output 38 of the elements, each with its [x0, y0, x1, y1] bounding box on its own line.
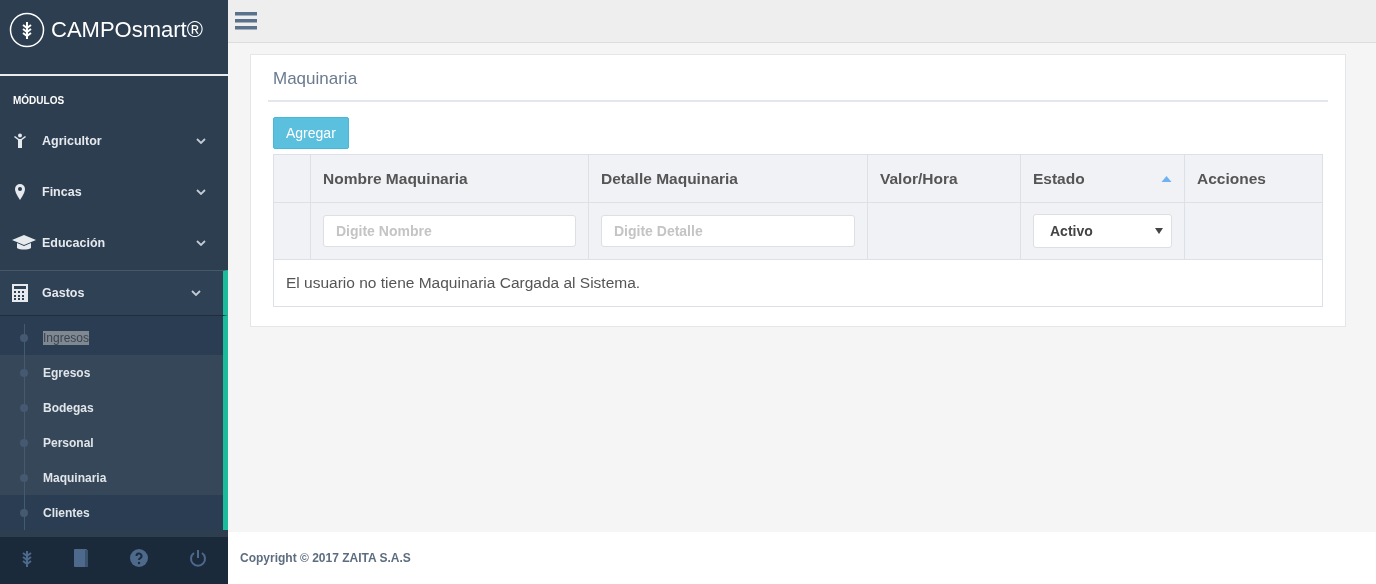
chevron-down-icon	[196, 188, 206, 195]
power-icon[interactable]	[189, 548, 208, 567]
nav-item[interactable]: Gastos	[0, 270, 228, 316]
wheat-logo-icon	[9, 12, 45, 48]
section-label: MÓDULOS	[12, 93, 66, 108]
table-header-cell[interactable]: Estado	[1020, 154, 1185, 203]
panel-title: Maquinaria	[268, 55, 1328, 102]
book-icon[interactable]	[74, 548, 89, 567]
submenu-item[interactable]: Egresos	[0, 355, 223, 390]
table-header-cell[interactable]: Detalle Maquinaria	[588, 154, 868, 203]
graduation-cap-icon	[12, 234, 36, 251]
submenu-item[interactable]: Bodegas	[0, 390, 223, 425]
table-header-cell[interactable]: Valor/Hora	[867, 154, 1021, 203]
status-select[interactable]: Activo	[1033, 214, 1172, 248]
submenu-item[interactable]: Clientes	[0, 495, 223, 530]
nav-item[interactable]: Agricultor	[0, 115, 228, 166]
copyright-text: Copyright © 2017 ZAITA S.A.S	[240, 551, 411, 565]
menu-icon[interactable]	[235, 12, 257, 30]
table-header-cell[interactable]: Nombre Maquinaria	[310, 154, 589, 203]
help-icon[interactable]	[129, 548, 148, 567]
nav-item[interactable]: Educación	[0, 217, 228, 268]
submenu-item[interactable]: Maquinaria	[0, 460, 223, 495]
chevron-down-icon	[191, 290, 201, 296]
submenu-item[interactable]: Personal	[0, 425, 223, 460]
person-icon	[12, 132, 28, 149]
brand-name: CAMPOsmart®	[51, 16, 203, 44]
sort-ascending-icon[interactable]	[1161, 175, 1172, 182]
caret-icon	[1155, 228, 1163, 234]
filter-input[interactable]: Digite Nombre	[323, 215, 576, 247]
filter-input[interactable]: Digite Detalle	[601, 215, 855, 247]
calculator-icon	[12, 284, 28, 302]
wheat-icon[interactable]	[20, 548, 33, 567]
empty-message: El usuario no tiene Maquinaria Cargada al Sistema.	[273, 259, 1323, 307]
map-pin-icon	[12, 183, 28, 200]
table-header-cell[interactable]: Acciones	[1184, 154, 1323, 203]
chevron-down-icon	[196, 239, 206, 246]
chevron-down-icon	[196, 137, 206, 144]
nav-item[interactable]: Fincas	[0, 166, 228, 217]
